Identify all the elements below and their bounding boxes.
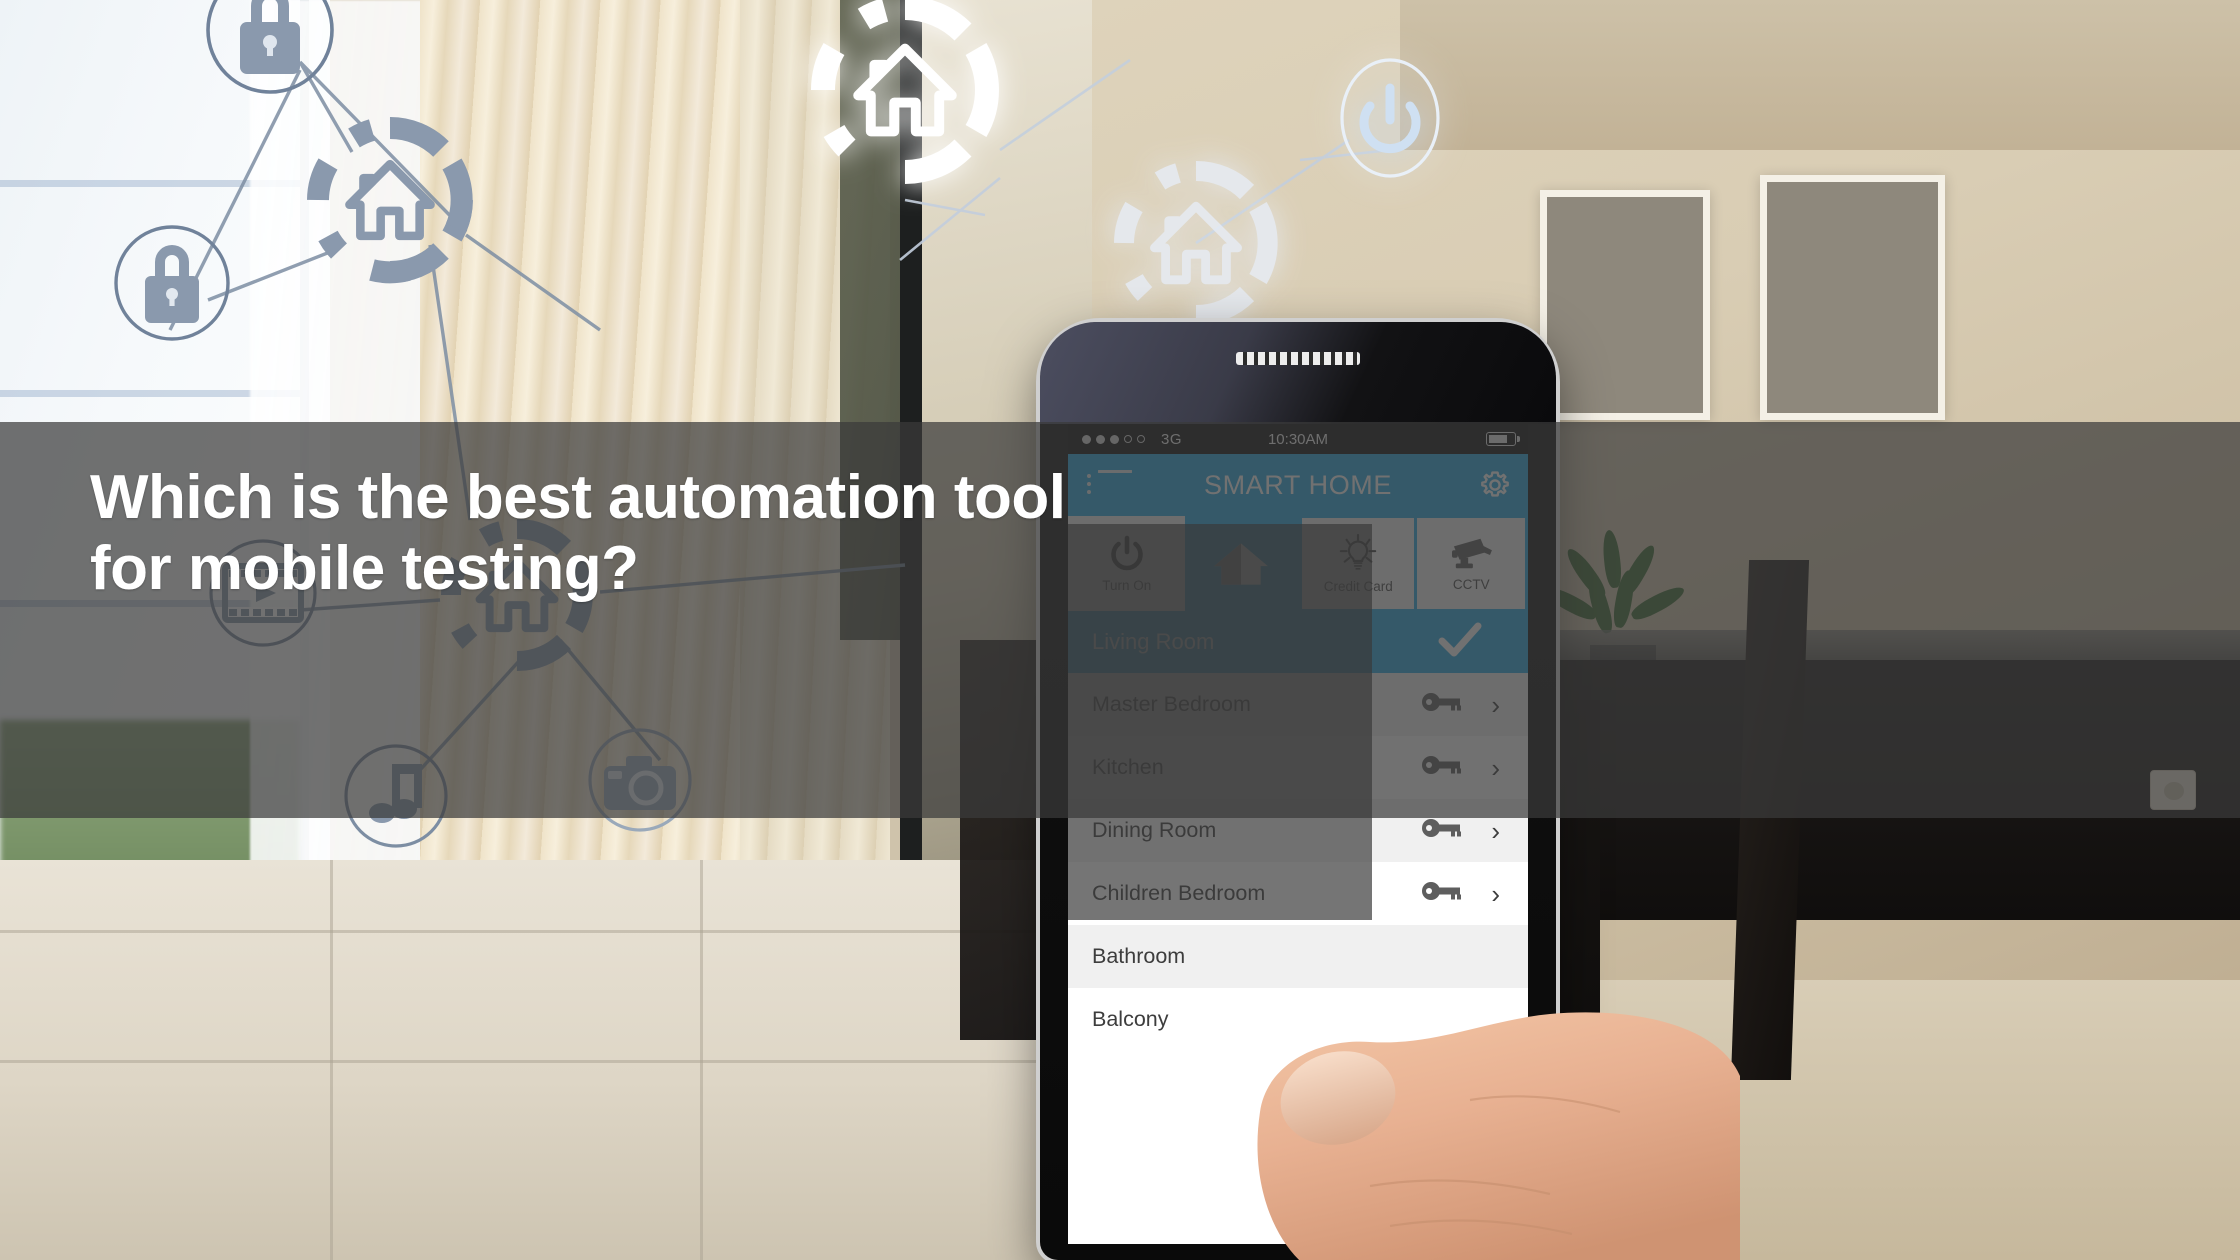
room-name: Bathroom bbox=[1092, 944, 1186, 968]
room-name: Balcony bbox=[1092, 1007, 1169, 1031]
room-name: Dining Room bbox=[1092, 818, 1217, 842]
earpiece-speaker bbox=[1236, 352, 1360, 365]
headline-text: Which is the best automation tool for mo… bbox=[90, 463, 1066, 604]
key-icon bbox=[1422, 882, 1462, 905]
table-row[interactable]: Children Bedroom › bbox=[1068, 862, 1528, 925]
wall-picture-frame bbox=[1760, 175, 1945, 420]
chevron-right-icon: › bbox=[1491, 815, 1500, 846]
key-icon bbox=[1422, 819, 1462, 842]
chevron-right-icon: › bbox=[1491, 878, 1500, 909]
floor-tiles bbox=[0, 860, 1100, 1260]
table-row[interactable]: Bathroom bbox=[1068, 925, 1528, 988]
wall-picture-frame bbox=[1540, 190, 1710, 420]
screenshot-stage: 3G 10:30AM SMART HOME bbox=[0, 0, 2240, 1260]
room-name: Children Bedroom bbox=[1092, 881, 1266, 905]
ceiling-soffit bbox=[1400, 0, 2240, 150]
phone-top-bezel bbox=[1040, 322, 1556, 424]
table-row[interactable]: Balcony bbox=[1068, 988, 1528, 1051]
